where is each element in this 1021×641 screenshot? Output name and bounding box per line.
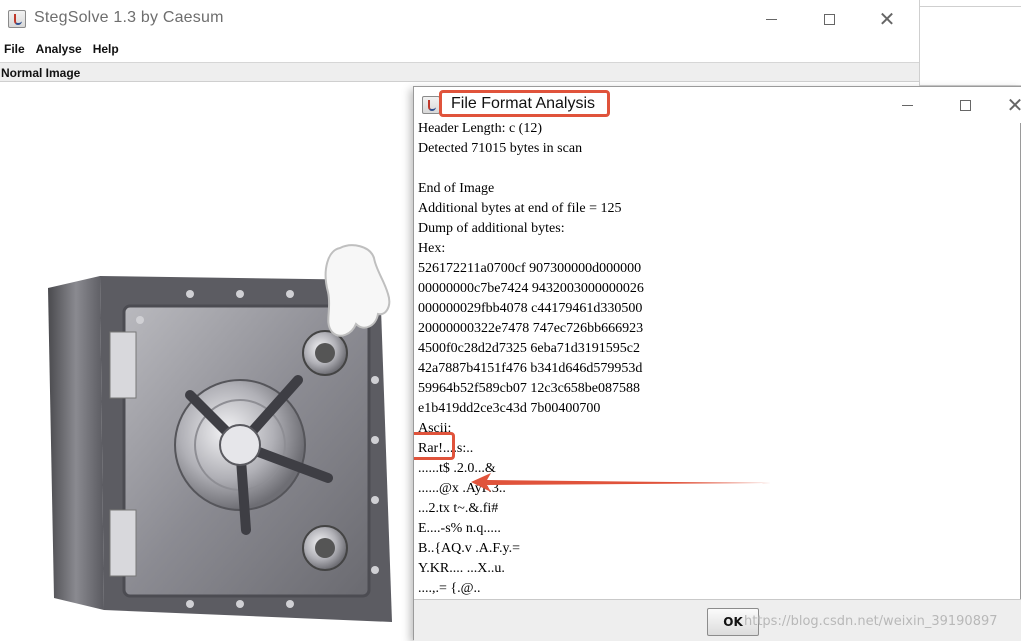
title-highlight-box <box>439 90 610 117</box>
text-line: Detected 71015 bytes in scan <box>418 141 583 156</box>
maximize-icon <box>823 13 835 25</box>
dialog-minimize-button[interactable] <box>884 86 930 124</box>
ascii-line: ....,.= {.@.. <box>418 581 481 596</box>
file-format-analysis-dialog: File Format Analysis ✕ Header Length: c … <box>413 86 1021 641</box>
menubar: File Analyse Help <box>0 38 920 60</box>
ascii-line: Y.KR.... ...X..u. <box>418 561 505 576</box>
hex-line: 00000000c7be7424 9432003000000026 <box>418 281 644 296</box>
ascii-line: E....-s% n.q..... <box>418 521 501 536</box>
ascii-line: B..{AQ.v .A.F.y.= <box>418 541 521 556</box>
text-line: Dump of additional bytes: <box>418 221 565 236</box>
menu-analyse[interactable]: Analyse <box>36 42 82 56</box>
maximize-icon <box>959 99 971 111</box>
hex-line: 4500f0c28d2d7325 6eba71d3191595c2 <box>418 341 641 356</box>
menu-file[interactable]: File <box>4 42 25 56</box>
dialog-close-button[interactable]: ✕ <box>1000 86 1021 124</box>
text-line: End of Image <box>418 181 495 196</box>
ascii-line: ...2.tx t~.&.fi# <box>418 501 499 516</box>
dialog-footer: OK https://blog.csdn.net/weixin_39190897 <box>414 599 1021 641</box>
hex-line: 000000029fbb4078 c44179461d330500 <box>418 301 643 316</box>
menu-help[interactable]: Help <box>93 42 119 56</box>
red-arrow-annotation <box>471 473 771 492</box>
text-line: Additional bytes at end of file = 125 <box>418 201 622 216</box>
text-line: Ascii: <box>418 421 452 436</box>
maximize-button[interactable] <box>806 0 852 38</box>
hex-line: 526172211a0700cf 907300000d000000 <box>418 261 642 276</box>
dialog-titlebar[interactable]: File Format Analysis ✕ <box>414 87 1021 123</box>
hex-line: e1b419dd2ce3c43d 7b00400700 <box>418 401 601 416</box>
minimize-button[interactable] <box>748 0 794 38</box>
dialog-maximize-button[interactable] <box>942 86 988 124</box>
ascii-line-rar: Rar!....s:.. <box>418 441 474 456</box>
main-window-title: StegSolve 1.3 by Caesum <box>34 9 224 26</box>
text-line <box>418 159 1021 179</box>
minimize-icon <box>901 104 913 106</box>
analysis-text-area[interactable]: Header Length: c (12) Detected 71015 byt… <box>414 123 1021 599</box>
close-icon: ✕ <box>878 7 896 31</box>
rar-highlight-box <box>414 432 455 460</box>
close-icon: ✕ <box>1006 93 1021 117</box>
text-line: Header Length: c (12) <box>418 123 542 136</box>
background-window-edge <box>919 0 1021 86</box>
close-button[interactable]: ✕ <box>864 0 910 38</box>
main-titlebar[interactable]: StegSolve 1.3 by Caesum ✕ <box>0 0 920 38</box>
hex-line: 20000000322e7478 747ec726bb666923 <box>418 321 644 336</box>
hex-line: 42a7887b4151f476 b341d646d579953d <box>418 361 643 376</box>
watermark-text: https://blog.csdn.net/weixin_39190897 <box>744 614 998 629</box>
java-app-icon <box>8 10 26 28</box>
text-line: Hex: <box>418 241 446 256</box>
java-app-icon <box>422 96 440 114</box>
image-label: Normal Image <box>1 66 81 80</box>
minimize-icon <box>765 18 777 20</box>
hex-line: 59964b52f589cb07 12c3c658be087588 <box>418 381 641 396</box>
safe-image <box>48 244 392 622</box>
image-label-bar: Normal Image <box>0 62 920 82</box>
